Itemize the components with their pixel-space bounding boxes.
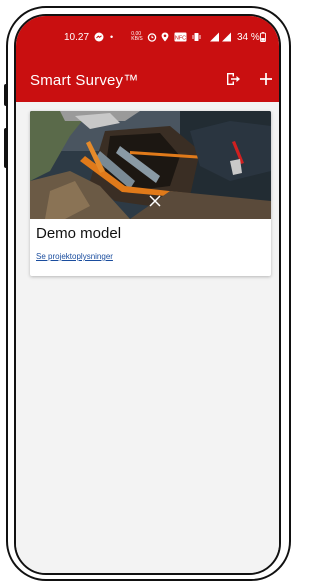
volume-button bbox=[4, 84, 8, 106]
logout-button[interactable] bbox=[222, 68, 244, 90]
phone-screen: 10.27 • 0,00KB/S NFC 34 % Smart Survey™ bbox=[14, 14, 281, 575]
battery-percent: 34 % bbox=[237, 32, 260, 43]
location-icon bbox=[161, 31, 169, 42]
project-thumbnail[interactable] bbox=[30, 111, 271, 219]
signal-icon bbox=[210, 31, 232, 42]
status-bar: 10.27 • 0,00 KB/S NFC 34 % bbox=[16, 16, 279, 50]
logout-icon bbox=[227, 73, 240, 85]
add-icon bbox=[260, 73, 272, 85]
status-time: 10.27 bbox=[64, 32, 90, 43]
dot-icon: • bbox=[110, 31, 114, 42]
project-list: Demo model Se projektoplysninger bbox=[16, 102, 279, 573]
battery-icon bbox=[260, 31, 266, 42]
project-card[interactable]: Demo model Se projektoplysninger bbox=[30, 111, 271, 276]
alarm-icon bbox=[147, 31, 157, 42]
app-bar: Smart Survey™ bbox=[16, 50, 279, 102]
project-details-link[interactable]: Se projektoplysninger bbox=[36, 252, 113, 261]
data-speed-icon: 0,00 KB/S bbox=[131, 30, 143, 42]
svg-text:NFC: NFC bbox=[175, 35, 186, 41]
messenger-icon bbox=[94, 31, 104, 42]
app-title: Smart Survey™ bbox=[30, 72, 139, 89]
project-title: Demo model bbox=[36, 225, 122, 242]
vibrate-icon bbox=[192, 31, 201, 42]
nfc-icon: NFC bbox=[174, 31, 187, 42]
add-project-button[interactable] bbox=[255, 68, 277, 90]
power-button bbox=[4, 128, 8, 168]
